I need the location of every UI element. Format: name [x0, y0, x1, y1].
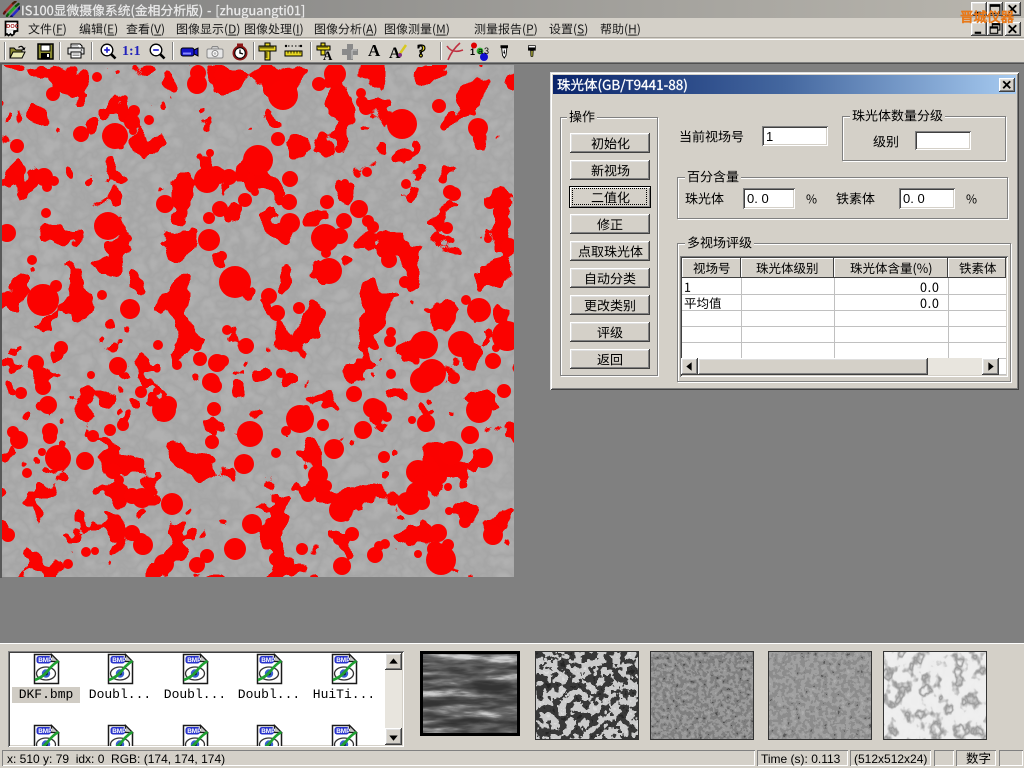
svg-text:a: a	[478, 46, 483, 56]
svg-text:A: A	[323, 48, 333, 62]
svg-text:DOC: DOC	[6, 24, 19, 30]
svg-text:?: ?	[417, 41, 426, 61]
svg-text:3: 3	[484, 46, 489, 56]
svg-text:1: 1	[470, 47, 475, 57]
